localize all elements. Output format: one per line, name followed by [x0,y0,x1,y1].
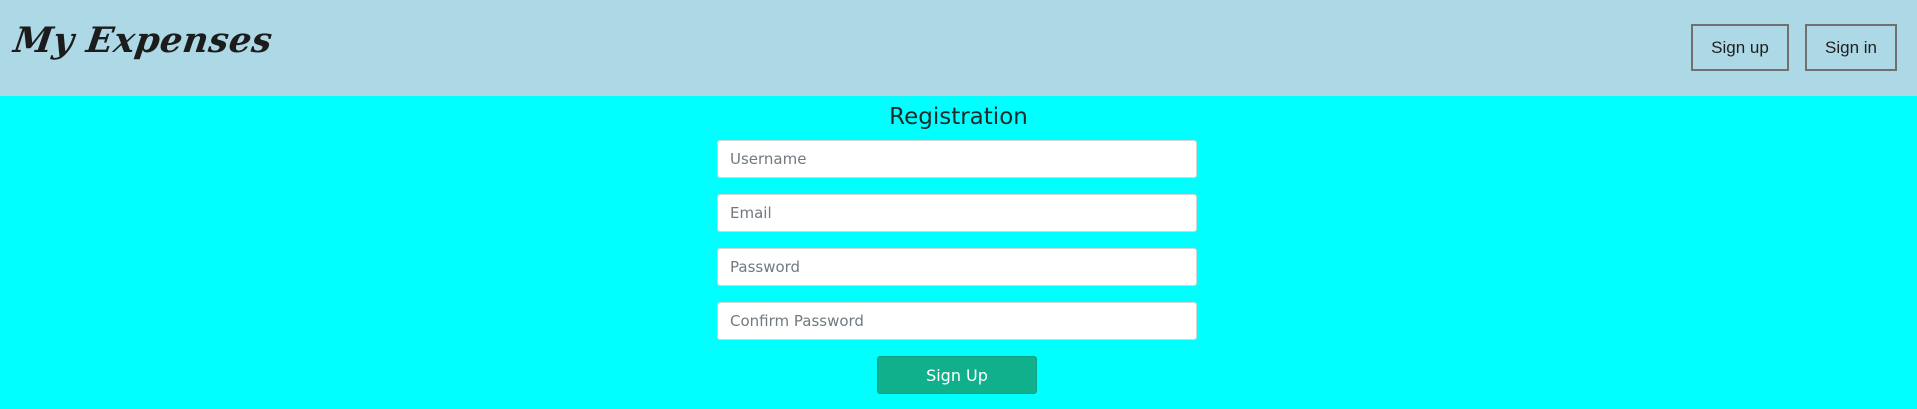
brand-logo-text[interactable]: My Expenses [11,20,275,61]
top-navbar: My Expenses Sign up Sign in [0,0,1917,96]
registration-section: Registration Sign Up [0,96,1917,409]
email-input[interactable] [717,194,1197,232]
nav-sign-up-button[interactable]: Sign up [1691,24,1789,71]
sign-up-submit-button[interactable]: Sign Up [877,356,1037,394]
nav-sign-in-button[interactable]: Sign in [1805,24,1897,71]
confirm-password-input[interactable] [717,302,1197,340]
username-input[interactable] [717,140,1197,178]
password-input[interactable] [717,248,1197,286]
page-title: Registration [889,104,1028,130]
